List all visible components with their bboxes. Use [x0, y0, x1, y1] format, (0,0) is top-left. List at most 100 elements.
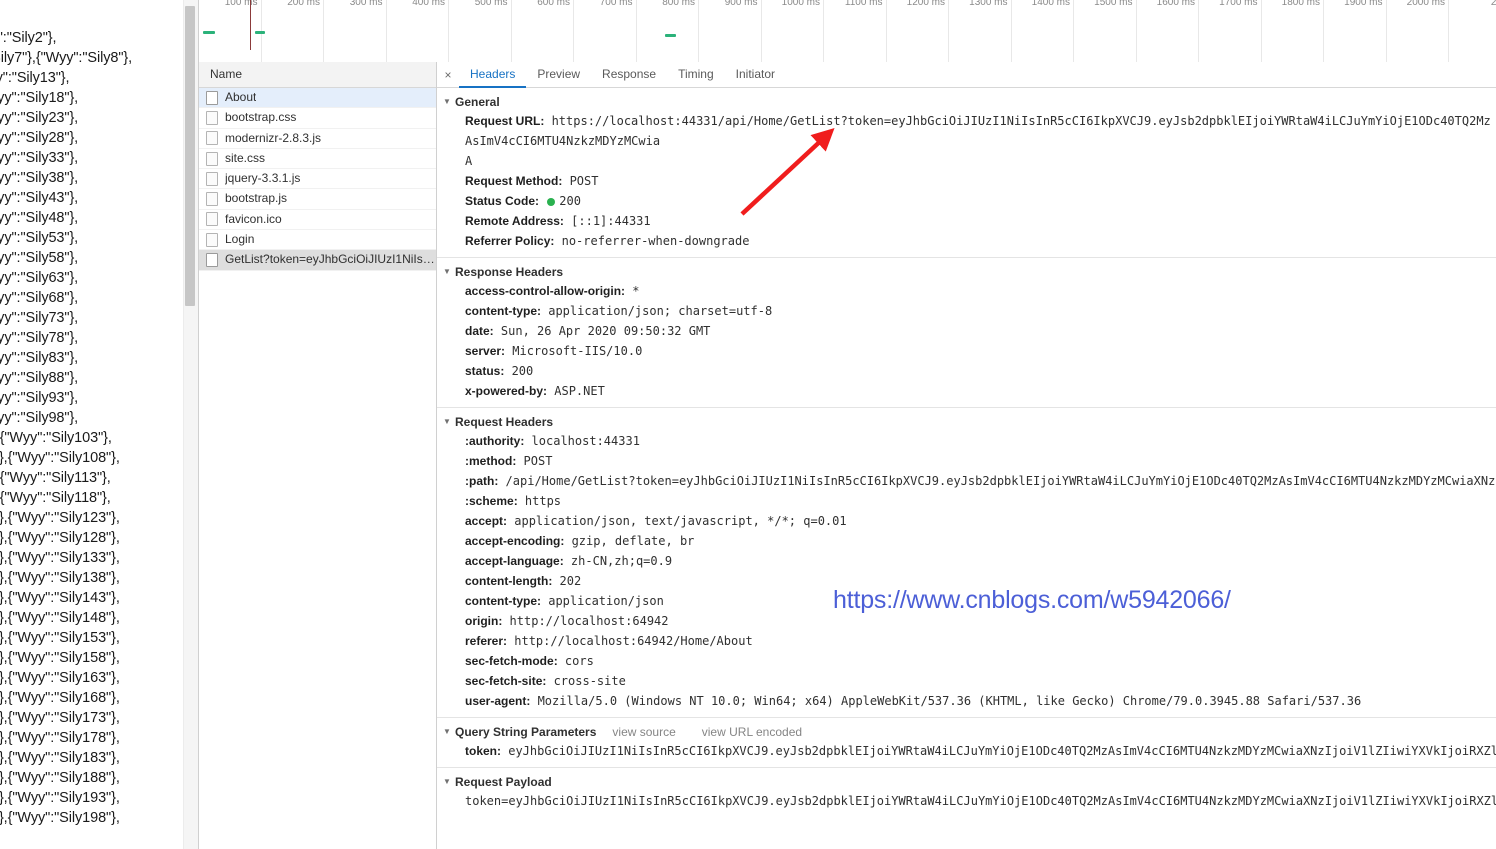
request-header-row: sec-fetch-mode: cors	[443, 651, 1496, 671]
page-scrollbar-thumb[interactable]	[185, 6, 195, 306]
general-remote-address: Remote Address: [::1]:44331	[443, 211, 1496, 231]
network-request-rows: Aboutbootstrap.css modernizr-2.8.3.jssite…	[199, 88, 436, 271]
timeline-dom-content-loaded-marker	[250, 0, 251, 50]
chevron-down-icon[interactable]: ▼	[443, 263, 453, 281]
section-response-headers-title[interactable]: ▼ Response Headers	[443, 263, 1496, 281]
section-request-headers-title[interactable]: ▼ Request Headers	[443, 413, 1496, 431]
devtools-split: Name Aboutbootstrap.css modernizr-2.8.3.j…	[199, 62, 1496, 849]
tab-headers[interactable]: Headers	[459, 62, 526, 88]
header-value: Sun, 26 Apr 2020 09:50:32 GMT	[494, 324, 711, 338]
section-general-title[interactable]: ▼ General	[443, 93, 1496, 111]
timeline-ruler: 100 ms200 ms300 ms400 ms500 ms600 ms700 …	[199, 0, 1496, 62]
header-value: gzip, deflate, br	[564, 534, 694, 548]
chevron-down-icon[interactable]: ▼	[443, 723, 453, 741]
timeline-tick: 1000 ms	[762, 0, 825, 62]
timeline-tick-label: 1100 ms	[845, 0, 883, 8]
request-header-row: :scheme: https	[443, 491, 1496, 511]
timeline-tick-label: 500 ms	[475, 0, 508, 8]
request-header-row: :method: POST	[443, 451, 1496, 471]
network-request-row[interactable]: About	[199, 88, 436, 108]
network-request-name: Login	[225, 230, 254, 249]
network-request-name: bootstrap.js	[225, 189, 287, 208]
tab-initiator[interactable]: Initiator	[725, 62, 786, 88]
tab-response[interactable]: Response	[591, 62, 667, 88]
timeline-tick: 1300 ms	[949, 0, 1012, 62]
view-source-link[interactable]: view source	[612, 723, 675, 741]
view-url-encoded-link[interactable]: view URL encoded	[702, 723, 802, 741]
response-header-rows: access-control-allow-origin: *content-ty…	[443, 281, 1496, 401]
tab-timing[interactable]: Timing	[667, 62, 725, 88]
close-icon[interactable]: ×	[437, 62, 459, 87]
network-request-name: bootstrap.css	[225, 108, 296, 127]
timeline-tick-label: 1000 ms	[782, 0, 820, 8]
network-request-row[interactable]: bootstrap.css	[199, 108, 436, 128]
chevron-down-icon[interactable]: ▼	[443, 93, 453, 111]
document-icon	[206, 212, 218, 226]
header-value: https	[518, 494, 561, 508]
header-value: ASP.NET	[547, 384, 605, 398]
section-request-payload: ▼ Request Payload token=eyJhbGciOiJIUzI1…	[437, 768, 1496, 817]
timeline-tick: 500 ms	[449, 0, 512, 62]
timeline-tick: 210	[1449, 0, 1496, 62]
network-request-row[interactable]: Login	[199, 230, 436, 250]
timeline-tick-label: 400 ms	[412, 0, 445, 8]
request-header-row: sec-fetch-site: cross-site	[443, 671, 1496, 691]
timeline-tick-label: 700 ms	[600, 0, 633, 8]
section-request-payload-title[interactable]: ▼ Request Payload	[443, 773, 1496, 791]
network-request-row[interactable]: favicon.ico	[199, 210, 436, 230]
network-overview-timeline[interactable]: 100 ms200 ms300 ms400 ms500 ms600 ms700 …	[199, 0, 1496, 63]
timeline-tick: 1100 ms	[824, 0, 887, 62]
request-header-row: user-agent: Mozilla/5.0 (Windows NT 10.0…	[443, 691, 1496, 711]
timeline-tick: 400 ms	[387, 0, 450, 62]
chevron-down-icon[interactable]: ▼	[443, 413, 453, 431]
remote-address-label: Remote Address:	[465, 214, 564, 228]
header-value: /api/Home/GetList?token=eyJhbGciOiJIUzI1…	[498, 474, 1496, 488]
header-value: application/json; charset=utf-8	[541, 304, 772, 318]
header-name: server:	[465, 344, 505, 358]
status-code-label: Status Code:	[465, 194, 539, 208]
referrer-policy-value: no-referrer-when-downgrade	[562, 234, 750, 248]
column-header-name[interactable]: Name	[199, 62, 436, 88]
section-response-headers: ▼ Response Headers access-control-allow-…	[437, 258, 1496, 408]
header-value: localhost:44331	[524, 434, 640, 448]
network-request-row[interactable]: GetList?token=eyJhbGciOiJIUzI1NiIsIn...	[199, 250, 436, 270]
general-request-url-overflow: A	[443, 151, 1496, 171]
details-tabs: HeadersPreviewResponseTimingInitiator	[459, 62, 786, 87]
timeline-tick-label: 800 ms	[662, 0, 695, 8]
network-request-row[interactable]: bootstrap.js	[199, 189, 436, 209]
request-header-row: :authority: localhost:44331	[443, 431, 1496, 451]
query-string-token-row: token: eyJhbGciOiJIUzI1NiIsInR5cCI6IkpXV…	[443, 741, 1496, 761]
timeline-tick: 700 ms	[574, 0, 637, 62]
header-value: cors	[558, 654, 594, 668]
network-request-row[interactable]: jquery-3.3.1.js	[199, 169, 436, 189]
details-tabstrip[interactable]: × HeadersPreviewResponseTimingInitiator	[437, 62, 1496, 88]
timeline-tick: 2000 ms	[1387, 0, 1450, 62]
section-query-string-title[interactable]: ▼ Query String Parameters view source vi…	[443, 723, 1496, 741]
screenshot-root: Wyy":"Sily2"}, y":"Sily7"},{"Wyy":"Sily8…	[0, 0, 1496, 849]
network-request-row[interactable]: site.css	[199, 149, 436, 169]
chevron-down-icon[interactable]: ▼	[443, 773, 453, 791]
document-icon	[206, 233, 218, 247]
tab-preview[interactable]: Preview	[526, 62, 591, 88]
document-icon	[206, 111, 218, 125]
header-name: date:	[465, 324, 494, 338]
request-header-row: accept: application/json, text/javascrip…	[443, 511, 1496, 531]
timeline-tick: 600 ms	[512, 0, 575, 62]
network-request-row[interactable]: modernizr-2.8.3.js	[199, 129, 436, 149]
timeline-request-bar	[203, 31, 215, 34]
timeline-tick: 800 ms	[637, 0, 700, 62]
section-general-label: General	[455, 93, 500, 111]
header-value: application/json, text/javascript, */*; …	[507, 514, 847, 528]
request-payload-value: token=eyJhbGciOiJIUzI1NiIsInR5cCI6IkpXVC…	[443, 791, 1496, 811]
watermark-url: https://www.cnblogs.com/w5942066/	[833, 586, 1231, 615]
request-url-value: https://localhost:44331/api/Home/GetList…	[465, 114, 1491, 148]
response-header-row: status: 200	[443, 361, 1496, 381]
header-name: :method:	[465, 454, 516, 468]
header-name: user-agent:	[465, 694, 530, 708]
network-request-list[interactable]: Name Aboutbootstrap.css modernizr-2.8.3.j…	[199, 62, 437, 849]
header-name: sec-fetch-site:	[465, 674, 546, 688]
header-value: *	[625, 284, 639, 298]
header-value: cross-site	[546, 674, 625, 688]
section-response-headers-label: Response Headers	[455, 263, 563, 281]
query-token-value: eyJhbGciOiJIUzI1NiIsInR5cCI6IkpXVCJ9.eyJ…	[508, 744, 1496, 758]
